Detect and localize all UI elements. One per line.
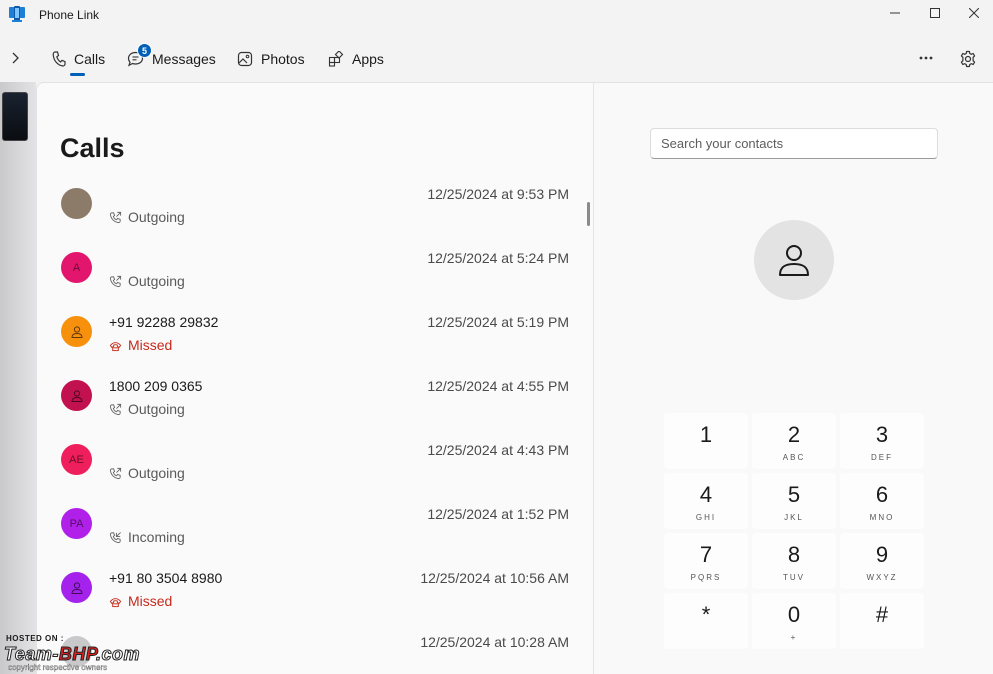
call-list-item[interactable]: 1800 209 0365 Outgoing 12/25/2024 at 4:5… xyxy=(37,367,577,431)
call-timestamp: 12/25/2024 at 10:56 AM xyxy=(420,570,569,586)
dial-key-4[interactable]: 4 GHI xyxy=(664,473,748,529)
call-type: Outgoing xyxy=(109,465,185,481)
call-contact-name: +91 92288 29832 xyxy=(109,314,219,330)
call-timestamp: 12/25/2024 at 9:53 PM xyxy=(427,186,569,202)
avatar: PA xyxy=(61,508,92,539)
phone-link-app-icon xyxy=(9,6,25,22)
dial-key-7[interactable]: 7 PQRS xyxy=(664,533,748,589)
title-bar: Phone Link xyxy=(0,0,993,30)
avatar xyxy=(61,188,92,219)
gear-icon xyxy=(960,50,976,68)
call-type: Missed xyxy=(109,593,172,609)
dial-key-9[interactable]: 9 WXYZ xyxy=(840,533,924,589)
dial-key-2[interactable]: 2 ABC xyxy=(752,413,836,469)
dialer-panel: 1 2ABC 3DEF 4GHI 5JKL 6MNO 7PQRS 8TUV 9W… xyxy=(594,82,993,674)
call-list-item[interactable]: AE Outgoing 12/25/2024 at 4:43 PM xyxy=(37,431,577,495)
close-icon xyxy=(969,8,979,18)
settings-button[interactable] xyxy=(956,47,980,71)
tab-photos[interactable]: Photos xyxy=(237,46,305,72)
call-timestamp: 12/25/2024 at 4:55 PM xyxy=(427,378,569,394)
call-type: Incoming xyxy=(109,529,185,545)
watermark: HOSTED ON : Team-BHP.com copyright respe… xyxy=(4,634,194,672)
call-type: Outgoing xyxy=(109,401,185,417)
active-tab-indicator xyxy=(70,73,85,76)
call-list-item[interactable]: Outgoing 12/25/2024 at 9:53 PM xyxy=(37,175,577,239)
person-icon xyxy=(70,389,83,402)
apps-icon xyxy=(328,51,344,67)
maximize-button[interactable] xyxy=(915,0,955,26)
call-timestamp: 12/25/2024 at 10:28 AM xyxy=(420,634,569,650)
avatar xyxy=(61,572,92,603)
outgoing-call-icon xyxy=(109,211,122,223)
avatar xyxy=(61,316,92,347)
call-timestamp: 12/25/2024 at 4:43 PM xyxy=(427,442,569,458)
dial-key-3[interactable]: 3 DEF xyxy=(840,413,924,469)
tab-messages-label: Messages xyxy=(152,51,216,67)
dial-key-hash[interactable]: # xyxy=(840,593,924,649)
person-icon xyxy=(70,325,83,338)
watermark-copyright: copyright respective owners xyxy=(8,663,108,672)
window-title: Phone Link xyxy=(39,8,100,22)
call-type: Outgoing xyxy=(109,209,185,225)
calls-panel: Calls Outgoing 12/25/2024 at 9:53 PM A O… xyxy=(36,82,594,674)
dial-key-0[interactable]: 0 + xyxy=(752,593,836,649)
search-contacts-input[interactable] xyxy=(650,128,938,159)
page-title: Calls xyxy=(60,133,125,163)
dial-key-1[interactable]: 1 xyxy=(664,413,748,469)
call-contact-name: 1800 209 0365 xyxy=(109,378,203,394)
dial-key-star[interactable]: * xyxy=(664,593,748,649)
call-type: Missed xyxy=(109,337,172,353)
nav-bar: Calls Messages Photos Apps xyxy=(0,36,993,82)
call-contact-name: +91 80 3504 8980 xyxy=(109,570,223,586)
minimize-button[interactable] xyxy=(875,0,915,26)
person-icon xyxy=(779,245,809,276)
messages-unread-badge: 5 xyxy=(137,43,152,58)
call-list-item[interactable]: PA Incoming 12/25/2024 at 1:52 PM xyxy=(37,495,577,559)
minimize-icon xyxy=(890,12,900,14)
photo-icon xyxy=(237,51,253,67)
outgoing-call-icon xyxy=(109,275,122,287)
more-icon xyxy=(919,56,933,60)
tab-calls[interactable]: Calls xyxy=(52,46,105,72)
chevron-right-icon xyxy=(12,52,19,64)
outgoing-call-icon xyxy=(109,467,122,479)
phone-icon xyxy=(52,51,66,67)
scrollbar-thumb[interactable] xyxy=(587,202,590,226)
incoming-call-icon xyxy=(109,531,121,543)
call-list-item[interactable]: +91 92288 29832 Missed 12/25/2024 at 5:1… xyxy=(37,303,577,367)
watermark-logo: Team-BHP.com xyxy=(4,644,141,665)
tab-apps[interactable]: Apps xyxy=(328,46,384,72)
tab-calls-label: Calls xyxy=(74,51,106,67)
device-rail xyxy=(0,82,36,674)
call-timestamp: 12/25/2024 at 5:19 PM xyxy=(427,314,569,330)
avatar: A xyxy=(61,252,92,283)
dial-key-6[interactable]: 6 MNO xyxy=(840,473,924,529)
maximize-icon xyxy=(930,8,940,18)
call-list-item[interactable]: A Outgoing 12/25/2024 at 5:24 PM xyxy=(37,239,577,303)
person-icon xyxy=(70,581,83,594)
avatar: AE xyxy=(61,444,92,475)
missed-call-icon xyxy=(109,341,122,351)
dial-key-8[interactable]: 8 TUV xyxy=(752,533,836,589)
call-history-list: Outgoing 12/25/2024 at 9:53 PM A Outgoin… xyxy=(37,175,577,674)
dial-keypad: 1 2 ABC 3 DEF 4 GHI 5 JKL 6 MNO 7 PQRS 8 TUV 9W… xyxy=(664,413,925,649)
tab-apps-label: Apps xyxy=(352,51,384,67)
avatar xyxy=(61,380,92,411)
call-timestamp: 12/25/2024 at 5:24 PM xyxy=(427,250,569,266)
close-button[interactable] xyxy=(954,0,993,26)
contact-avatar xyxy=(754,220,834,300)
outgoing-call-icon xyxy=(109,403,122,415)
call-type: Outgoing xyxy=(109,273,185,289)
expand-pane-button[interactable] xyxy=(6,48,26,68)
call-list-item[interactable]: +91 80 3504 8980 Missed 12/25/2024 at 10… xyxy=(37,559,577,623)
missed-call-icon xyxy=(109,597,122,607)
tab-photos-label: Photos xyxy=(261,51,305,67)
dial-key-5[interactable]: 5 JKL xyxy=(752,473,836,529)
more-options-button[interactable] xyxy=(914,48,938,68)
phone-device-thumbnail[interactable] xyxy=(2,92,28,141)
watermark-hosted-label: HOSTED ON : xyxy=(6,634,64,643)
call-timestamp: 12/25/2024 at 1:52 PM xyxy=(427,506,569,522)
